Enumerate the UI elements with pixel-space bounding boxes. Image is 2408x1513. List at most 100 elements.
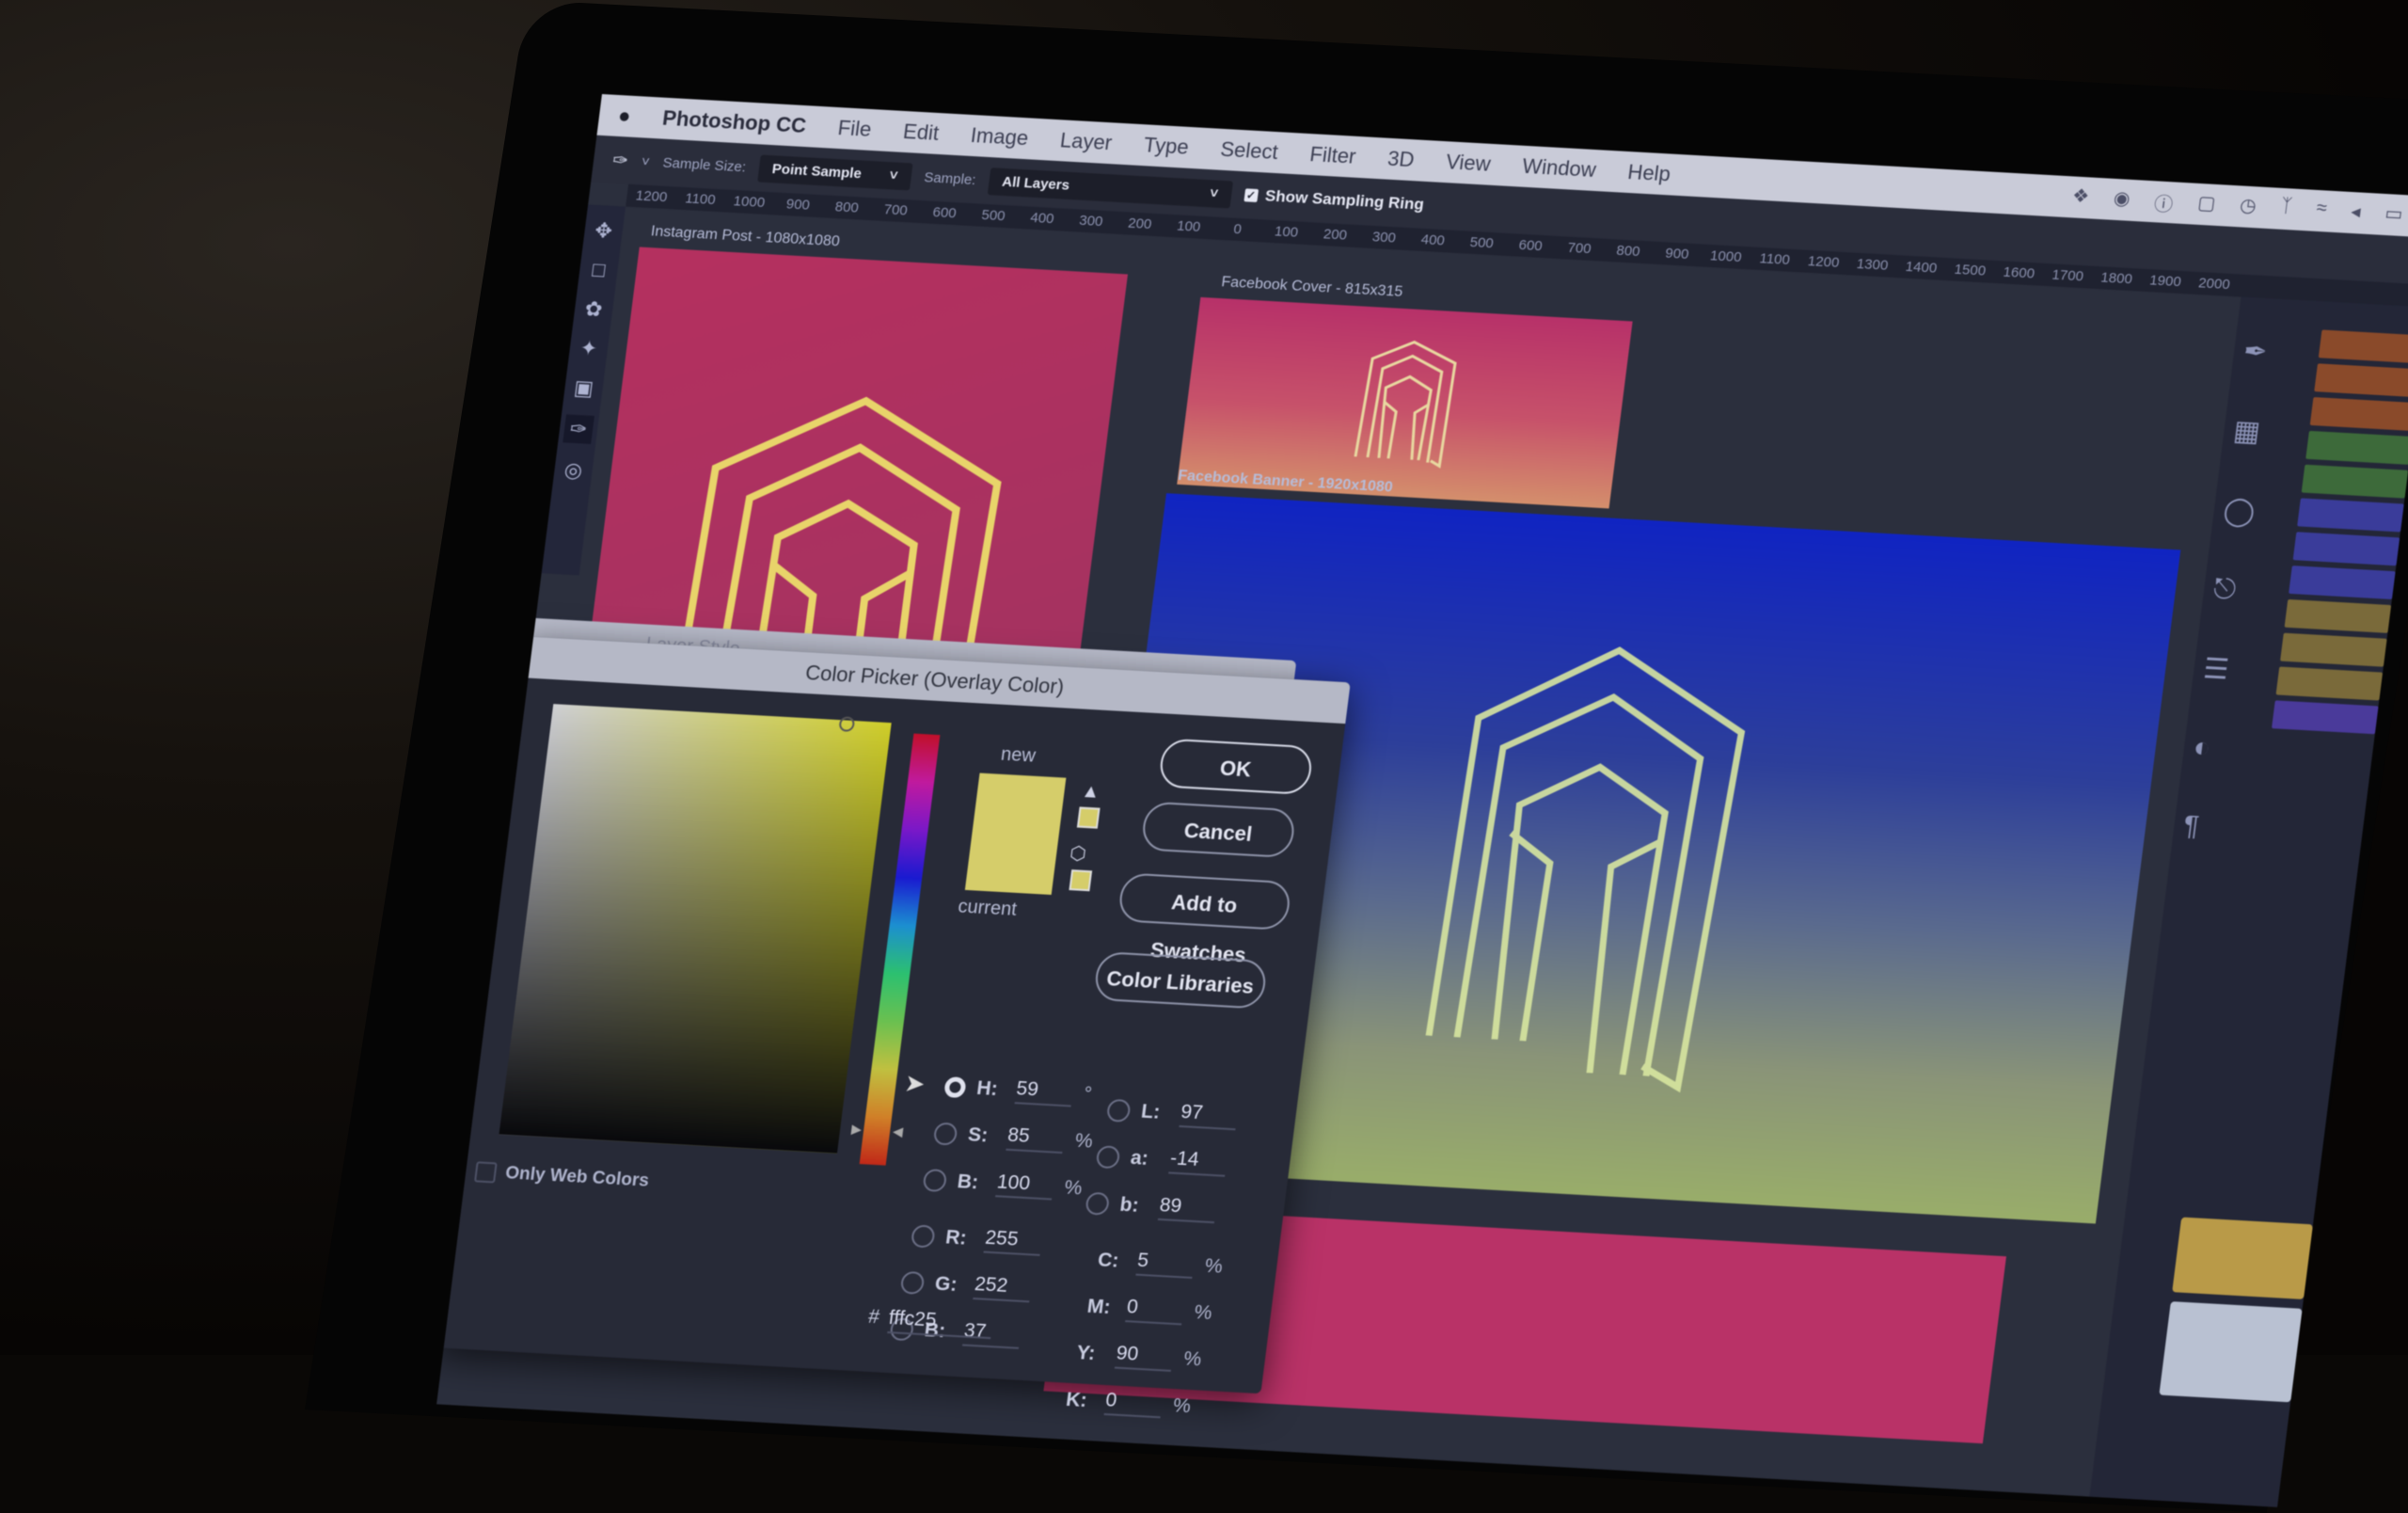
menu-layer[interactable]: Layer <box>1058 128 1114 155</box>
red-radio[interactable] <box>910 1224 936 1249</box>
battery-icon[interactable]: ▭ <box>2383 201 2404 230</box>
lab-a-input[interactable]: -14 <box>1168 1147 1228 1177</box>
clock-icon[interactable]: ◷ <box>2238 193 2258 221</box>
bluetooth-icon[interactable]: ᛉ <box>2279 196 2294 224</box>
green-radio[interactable] <box>899 1270 926 1295</box>
properties-icon[interactable]: ☰ <box>2201 652 2237 687</box>
creative-cloud-icon[interactable]: ◉ <box>2112 186 2131 215</box>
wifi-icon[interactable]: ≈ <box>2315 198 2328 225</box>
color-swatch-background[interactable] <box>2159 1301 2303 1403</box>
magenta-input[interactable]: 0 <box>1125 1296 1185 1326</box>
apple-icon[interactable]: ● <box>617 104 632 129</box>
eyedropper-tool-icon[interactable]: ✑ <box>562 414 595 444</box>
ruler-tick-label: 1000 <box>1709 247 1743 265</box>
color-swatch-foreground[interactable] <box>2172 1217 2313 1299</box>
lasso-tool-icon[interactable]: ✿ <box>583 296 604 322</box>
red-input[interactable]: 255 <box>983 1226 1043 1256</box>
hue-slider-arrow-left-icon[interactable]: ▶ <box>850 1122 863 1139</box>
lab-b-radio[interactable] <box>1085 1191 1111 1216</box>
layer-row[interactable] <box>2292 532 2400 566</box>
brightness-radio[interactable] <box>922 1168 948 1193</box>
yellow-label: Y: <box>1075 1342 1097 1365</box>
green-input[interactable]: 252 <box>973 1273 1033 1303</box>
saturation-input[interactable]: 85 <box>1006 1123 1066 1155</box>
screen-icon[interactable]: ▢ <box>2195 191 2217 219</box>
ruler-tick-label: 200 <box>1127 215 1153 232</box>
lab-l-radio[interactable] <box>1105 1098 1132 1123</box>
layer-row[interactable] <box>2271 700 2379 735</box>
hue-unit: ° <box>1082 1083 1094 1106</box>
saturation-brightness-field[interactable] <box>499 704 892 1154</box>
clone-source-icon[interactable]: ▦ <box>2231 414 2267 449</box>
lab-l-input[interactable]: 97 <box>1179 1101 1239 1131</box>
sample-size-select[interactable]: Point Sample ˅ <box>757 154 913 190</box>
layer-row[interactable] <box>2284 598 2392 633</box>
gamut-correction-swatch[interactable] <box>1076 806 1101 829</box>
layer-row[interactable] <box>2301 464 2408 499</box>
cyan-input[interactable]: 5 <box>1135 1249 1196 1279</box>
color-libraries-button[interactable]: Color Libraries <box>1092 950 1269 1010</box>
adjustments-icon[interactable]: ◐ <box>2192 732 2227 766</box>
artboard-label-instagram[interactable]: Instagram Post - 1080x1080 <box>650 223 841 250</box>
libraries-icon[interactable]: ◯ <box>2222 494 2258 529</box>
info-icon[interactable]: ⓘ <box>2152 188 2175 216</box>
sample-size-value: Point Sample <box>770 160 863 182</box>
menu-filter[interactable]: Filter <box>1308 142 1357 169</box>
cancel-button[interactable]: Cancel <box>1140 801 1297 859</box>
new-color-label: new <box>999 743 1038 767</box>
magic-wand-tool-icon[interactable]: ✦ <box>578 336 599 361</box>
hue-slider-arrow-right-icon[interactable]: ◀ <box>892 1123 904 1140</box>
paragraph-icon[interactable]: ¶ <box>2181 810 2217 844</box>
web-safe-swatch[interactable] <box>1069 869 1093 892</box>
layer-row[interactable] <box>2305 430 2408 465</box>
hue-radio[interactable] <box>943 1076 967 1099</box>
dropbox-icon[interactable]: ❖ <box>2070 184 2091 213</box>
layer-row[interactable] <box>2297 498 2404 533</box>
menu-window[interactable]: Window <box>1521 154 1597 183</box>
menu-select[interactable]: Select <box>1219 137 1279 165</box>
brightness-input[interactable]: 100 <box>995 1171 1055 1201</box>
magenta-field-row: M: 0 % <box>1085 1294 1213 1327</box>
tool-preset-chevron-icon[interactable]: ˅ <box>641 153 651 169</box>
sample-select[interactable]: All Layers ˅ <box>987 167 1233 208</box>
menu-image[interactable]: Image <box>969 123 1030 151</box>
ok-button[interactable]: OK <box>1157 738 1315 796</box>
saturation-radio[interactable] <box>932 1122 958 1146</box>
crop-tool-icon[interactable]: ▣ <box>573 375 595 401</box>
menu-file[interactable]: File <box>836 116 873 142</box>
menu-help[interactable]: Help <box>1626 160 1671 186</box>
layer-row[interactable] <box>2318 329 2408 364</box>
spot-healing-tool-icon[interactable]: ◎ <box>562 457 583 483</box>
lab-a-radio[interactable] <box>1095 1145 1121 1170</box>
menu-app-name[interactable]: Photoshop CC <box>661 106 808 138</box>
history-icon[interactable]: ⎋ <box>2211 574 2247 608</box>
layer-row[interactable] <box>2275 666 2384 701</box>
layer-row[interactable] <box>2289 565 2396 600</box>
ruler-tick-label: 900 <box>784 196 811 214</box>
lab-l-label: L: <box>1139 1100 1162 1123</box>
menu-3d[interactable]: 3D <box>1386 147 1416 172</box>
ruler-tick-label: 1300 <box>1855 255 1890 274</box>
volume-icon[interactable]: ◂ <box>2349 199 2362 227</box>
add-to-swatches-button[interactable]: Add to Swatches <box>1117 872 1292 967</box>
black-input[interactable]: 0 <box>1103 1389 1164 1419</box>
layer-row[interactable] <box>2280 632 2387 667</box>
layer-row[interactable] <box>2309 397 2408 432</box>
menu-view[interactable]: View <box>1445 150 1492 176</box>
hue-input[interactable]: 59 <box>1014 1077 1074 1107</box>
menu-type[interactable]: Type <box>1142 133 1190 160</box>
web-safe-warning-icon[interactable]: ⬡ <box>1069 841 1088 866</box>
brush-panel-icon[interactable]: ✒ <box>2242 335 2277 370</box>
move-tool-icon[interactable]: ✥ <box>594 218 614 244</box>
lab-b-input[interactable]: 89 <box>1157 1194 1218 1224</box>
layer-row[interactable] <box>2314 363 2408 398</box>
only-web-colors-checkbox[interactable]: Only Web Colors <box>473 1161 650 1191</box>
show-sampling-ring-checkbox[interactable]: ✓ Show Sampling Ring <box>1244 185 1425 215</box>
marquee-tool-icon[interactable]: □ <box>591 258 606 283</box>
out-of-gamut-warning-icon[interactable]: ▲ <box>1080 781 1101 804</box>
menu-edit[interactable]: Edit <box>902 119 941 146</box>
eyedropper-tool-icon[interactable]: ✑ <box>611 148 630 172</box>
green-label: G: <box>933 1272 958 1296</box>
artboard-label-facebook-cover[interactable]: Facebook Cover - 815x315 <box>1220 274 1403 301</box>
yellow-input[interactable]: 90 <box>1114 1342 1175 1372</box>
